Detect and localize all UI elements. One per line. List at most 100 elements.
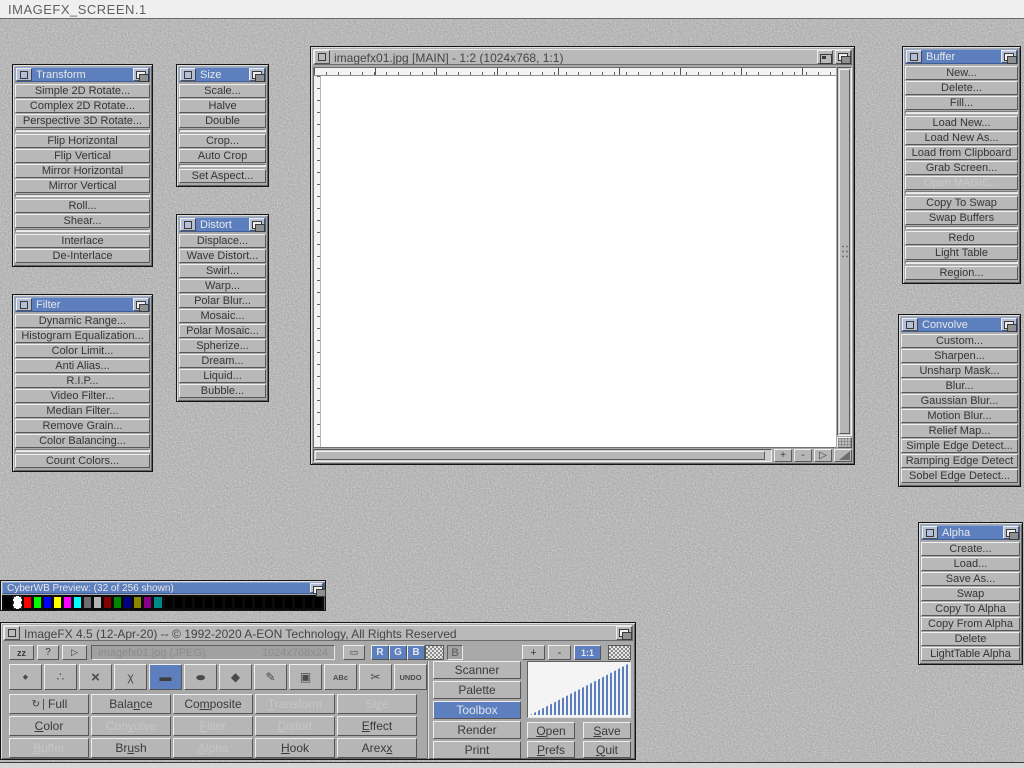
ellipse-tool[interactable]: ● xyxy=(184,664,217,690)
panel-button[interactable]: Count Colors... xyxy=(15,454,150,468)
buffer-panel-titlebar[interactable]: Buffer xyxy=(905,49,1018,64)
panel-button[interactable]: Scale... xyxy=(179,84,266,98)
panel-button[interactable]: Histogram Equalization... xyxy=(15,329,150,343)
palette-swatch[interactable] xyxy=(153,596,162,609)
close-icon[interactable] xyxy=(922,526,938,539)
help-button[interactable]: ? xyxy=(37,645,59,660)
palette-swatch[interactable] xyxy=(3,596,12,609)
close-icon[interactable] xyxy=(4,626,20,640)
pan-button[interactable]: ▷ xyxy=(814,449,832,462)
panel-button[interactable]: Mirror Horizontal xyxy=(15,164,150,178)
panel-button[interactable]: Flip Horizontal xyxy=(15,134,150,148)
panel-button[interactable]: Anti Alias... xyxy=(15,359,150,373)
view-zoom-in-button[interactable]: + xyxy=(522,645,545,660)
panel-button[interactable]: Spherize... xyxy=(179,339,266,353)
panel-button[interactable]: Shear... xyxy=(15,214,150,228)
line-tool[interactable]: × xyxy=(79,664,112,690)
depth-icon[interactable] xyxy=(1001,318,1017,331)
panel-button[interactable]: Mirror Vertical xyxy=(15,179,150,193)
horizontal-scroll-track[interactable] xyxy=(313,449,772,462)
palette-swatch[interactable] xyxy=(13,596,22,609)
panel-button[interactable]: Liquid... xyxy=(179,369,266,383)
panel-button[interactable]: Copy From Alpha xyxy=(921,617,1020,631)
close-icon[interactable] xyxy=(902,318,918,331)
panel-button[interactable]: Displace... xyxy=(179,234,266,248)
transform-button[interactable]: Transform xyxy=(255,694,335,714)
monitor-button[interactable]: ▭ xyxy=(343,645,365,660)
image-window-titlebar[interactable]: imagefx01.jpg [MAIN] - 1:2 (1024x768, 1:… xyxy=(313,49,852,65)
panel-button[interactable]: Light Table xyxy=(905,246,1018,260)
panel-button[interactable]: Halve xyxy=(179,99,266,113)
polygon-tool[interactable]: ◆ xyxy=(219,664,252,690)
panel-button[interactable]: Swap Buffers xyxy=(905,211,1018,225)
ruler-toggle-button[interactable] xyxy=(837,437,852,448)
save-button[interactable]: Save xyxy=(583,722,631,739)
palette-swatch[interactable] xyxy=(53,596,62,609)
panel-button[interactable]: Sharpen... xyxy=(901,349,1018,363)
palette-swatch[interactable] xyxy=(63,596,72,609)
depth-icon[interactable] xyxy=(133,68,149,81)
balance-button[interactable]: Balance xyxy=(91,694,171,714)
view-zoom-out-button[interactable]: - xyxy=(548,645,571,660)
panel-button[interactable]: Remove Grain... xyxy=(15,419,150,433)
palette-swatch[interactable] xyxy=(294,596,303,609)
depth-icon[interactable] xyxy=(835,50,851,64)
panel-button[interactable]: Redo xyxy=(905,231,1018,245)
transform-panel-titlebar[interactable]: Transform xyxy=(15,67,150,82)
sleep-button[interactable]: zz xyxy=(9,645,34,660)
depth-icon[interactable] xyxy=(310,583,323,593)
filter-button[interactable]: Filter xyxy=(173,716,253,736)
stamp-tool[interactable]: ▣ xyxy=(289,664,322,690)
panel-button[interactable]: Fill... xyxy=(905,96,1018,110)
green-channel-toggle[interactable]: G xyxy=(389,645,407,660)
panel-button[interactable]: Dynamic Range... xyxy=(15,314,150,328)
depth-icon[interactable] xyxy=(616,626,632,640)
color-button[interactable]: Color xyxy=(9,716,89,736)
full-button[interactable]: ↻Full xyxy=(9,694,89,714)
panel-button[interactable]: Custom... xyxy=(901,334,1018,348)
palette-swatch[interactable] xyxy=(143,596,152,609)
effect-button[interactable]: Effect xyxy=(337,716,417,736)
panel-button[interactable]: Open MAGIC... xyxy=(905,176,1018,190)
zoom-in-button[interactable]: + xyxy=(774,449,792,462)
toolbar-titlebar[interactable]: ImageFX 4.5 (12-Apr-20) -- © 1992-2020 A… xyxy=(3,625,633,641)
panel-button[interactable]: Unsharp Mask... xyxy=(901,364,1018,378)
palette-swatch[interactable] xyxy=(93,596,102,609)
palette-swatch[interactable] xyxy=(264,596,273,609)
convolve-panel-titlebar[interactable]: Convolve xyxy=(901,317,1018,332)
palette-swatch[interactable] xyxy=(304,596,313,609)
zoom-out-button[interactable]: - xyxy=(794,449,812,462)
size-button[interactable]: Size xyxy=(337,694,417,714)
composite-button[interactable]: Composite xyxy=(173,694,253,714)
panel-button[interactable]: Swap xyxy=(921,587,1020,601)
palette-swatch[interactable] xyxy=(284,596,293,609)
panel-button[interactable]: Copy To Alpha xyxy=(921,602,1020,616)
palette-swatch[interactable] xyxy=(83,596,92,609)
depth-icon[interactable] xyxy=(1003,526,1019,539)
open-button[interactable]: Open xyxy=(527,722,575,739)
convolve-button[interactable]: Convolve xyxy=(91,716,171,736)
screen-title-bar[interactable]: IMAGEFX_SCREEN.1 xyxy=(0,0,1024,19)
panel-button[interactable]: Delete... xyxy=(905,81,1018,95)
palette-swatch[interactable] xyxy=(123,596,132,609)
panel-button[interactable]: Auto Crop xyxy=(179,149,266,163)
panel-button[interactable]: Complex 2D Rotate... xyxy=(15,99,150,113)
print-button[interactable]: Print xyxy=(433,741,521,759)
image-canvas[interactable] xyxy=(321,76,836,447)
depth-icon[interactable] xyxy=(249,218,265,231)
red-channel-toggle[interactable]: R xyxy=(371,645,389,660)
panel-button[interactable]: Wave Distort... xyxy=(179,249,266,263)
depth-icon[interactable] xyxy=(133,298,149,311)
palette-swatch[interactable] xyxy=(274,596,283,609)
panel-button[interactable]: Interlace xyxy=(15,234,150,248)
vertical-scroll-thumb[interactable] xyxy=(839,69,850,434)
curve-tool[interactable]: χ xyxy=(114,664,147,690)
depth-icon[interactable] xyxy=(249,68,265,81)
palette-swatch[interactable] xyxy=(113,596,122,609)
panel-button[interactable]: Color Balancing... xyxy=(15,434,150,448)
alpha-button[interactable]: Alpha xyxy=(173,738,253,758)
vertical-scroll-track[interactable] xyxy=(837,67,852,436)
prefs-button[interactable]: Prefs xyxy=(527,741,575,758)
alpha-panel-titlebar[interactable]: Alpha xyxy=(921,525,1020,540)
close-icon[interactable] xyxy=(180,68,196,81)
